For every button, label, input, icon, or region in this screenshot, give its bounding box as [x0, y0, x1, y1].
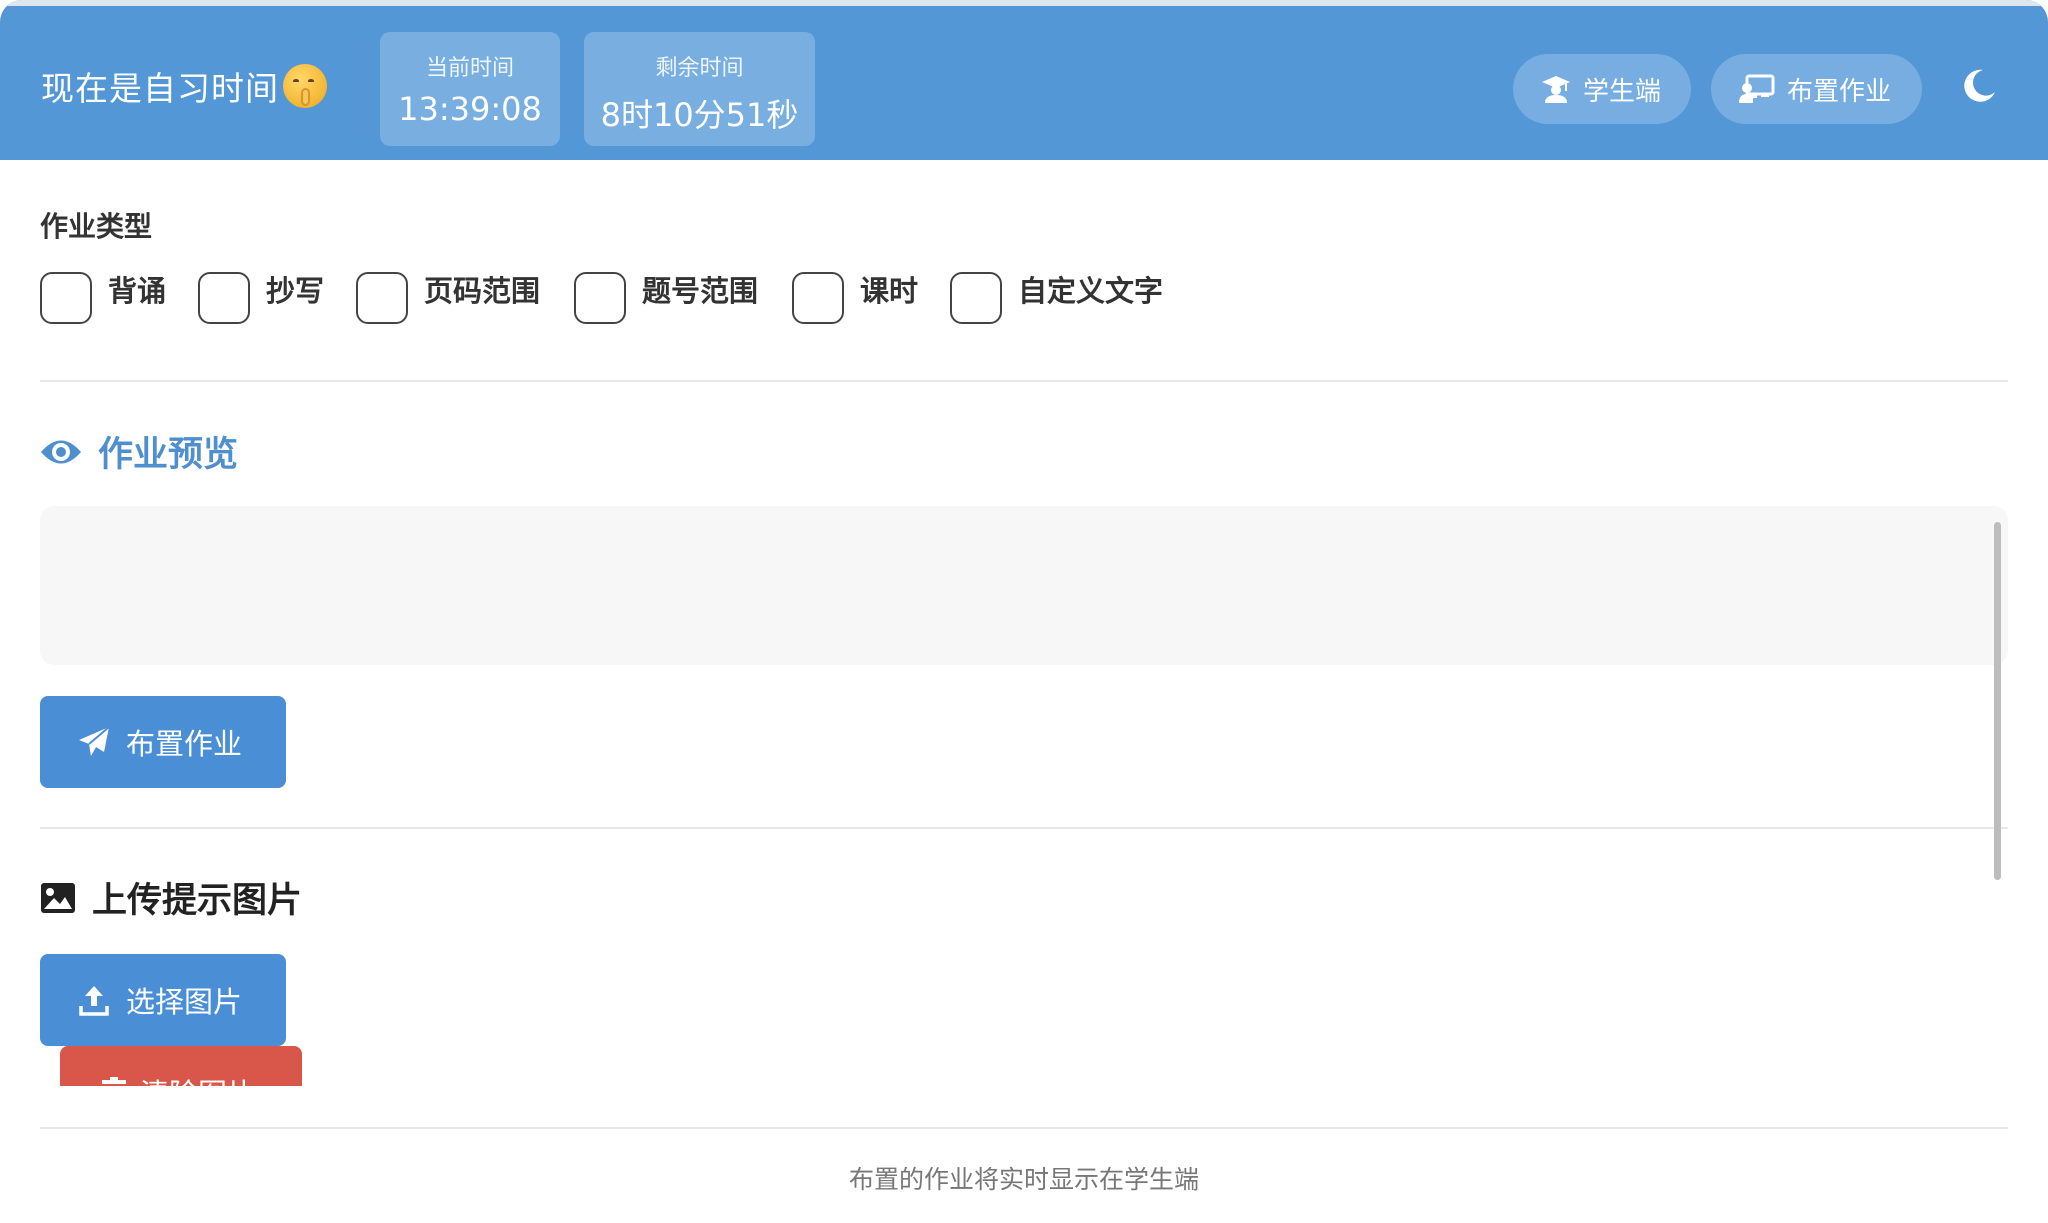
- upload-icon: [79, 986, 109, 1016]
- shushing-face-icon: [283, 64, 327, 108]
- choose-image-button[interactable]: 选择图片: [40, 954, 286, 1046]
- assign-homework-label: 布置作业: [126, 727, 243, 761]
- option-label-page-range: 页码范围: [424, 274, 541, 308]
- remaining-time-value: 8时10分51秒: [600, 96, 799, 134]
- student-view-button[interactable]: 学生端: [1513, 54, 1691, 124]
- remaining-time-card: 剩余时间 8时10分51秒: [584, 32, 815, 146]
- checkbox-copy[interactable]: [198, 272, 250, 324]
- divider: [40, 827, 2008, 829]
- app-window: 现在是自习时间 当前时间 13:39:08 剩余时间 8时10分51秒 学生端: [0, 0, 2048, 1223]
- divider: [40, 380, 2008, 382]
- clear-image-button[interactable]: 清除图片: [60, 1046, 302, 1086]
- checkbox-page-range[interactable]: [356, 272, 408, 324]
- assign-homework-nav-button[interactable]: 布置作业: [1711, 54, 1922, 124]
- current-time-card: 当前时间 13:39:08: [380, 32, 560, 146]
- moon-icon[interactable]: [1961, 68, 1997, 104]
- trash-icon: [102, 1077, 126, 1084]
- option-label-custom-text: 自定义文字: [1018, 274, 1164, 308]
- assign-homework-nav-label: 布置作业: [1787, 76, 1892, 107]
- remaining-time-label: 剩余时间: [655, 56, 744, 81]
- image-icon: [41, 882, 75, 913]
- preview-title: 作业预览: [98, 435, 239, 475]
- graduate-icon: [1542, 76, 1570, 103]
- upload-title: 上传提示图片: [92, 881, 303, 921]
- option-label-copy: 抄写: [266, 274, 325, 308]
- upload-heading: 上传提示图片: [40, 872, 302, 923]
- homework-preview-box: [40, 506, 2008, 665]
- current-time-label: 当前时间: [425, 56, 514, 81]
- preview-heading: 作业预览: [40, 426, 238, 477]
- checkbox-custom-text[interactable]: [950, 272, 1002, 324]
- header-bar: 现在是自习时间 当前时间 13:39:08 剩余时间 8时10分51秒 学生端: [0, 0, 2048, 160]
- option-label-recite: 背诵: [108, 274, 167, 308]
- divider: [40, 1127, 2008, 1129]
- status-title: 现在是自习时间: [41, 69, 279, 108]
- checkbox-lesson[interactable]: [792, 272, 844, 324]
- clear-image-button-clip: 清除图片: [60, 1046, 302, 1086]
- homework-type-label: 作业类型: [40, 210, 153, 243]
- assign-homework-button[interactable]: 布置作业: [40, 696, 286, 788]
- footer-note: 布置的作业将实时显示在学生端: [848, 1165, 1199, 1194]
- option-label-question-range: 题号范围: [642, 274, 759, 308]
- choose-image-label: 选择图片: [126, 985, 243, 1019]
- current-time-value: 13:39:08: [398, 90, 542, 128]
- checkbox-question-range[interactable]: [574, 272, 626, 324]
- student-view-label: 学生端: [1583, 76, 1662, 107]
- teacher-board-icon: [1739, 74, 1775, 103]
- scrollbar[interactable]: [1994, 522, 2001, 880]
- checkbox-recite[interactable]: [40, 272, 92, 324]
- option-label-lesson: 课时: [860, 274, 919, 308]
- paper-plane-icon: [79, 726, 110, 756]
- eye-icon: [41, 440, 81, 463]
- clear-image-label: 清除图片: [140, 1071, 256, 1086]
